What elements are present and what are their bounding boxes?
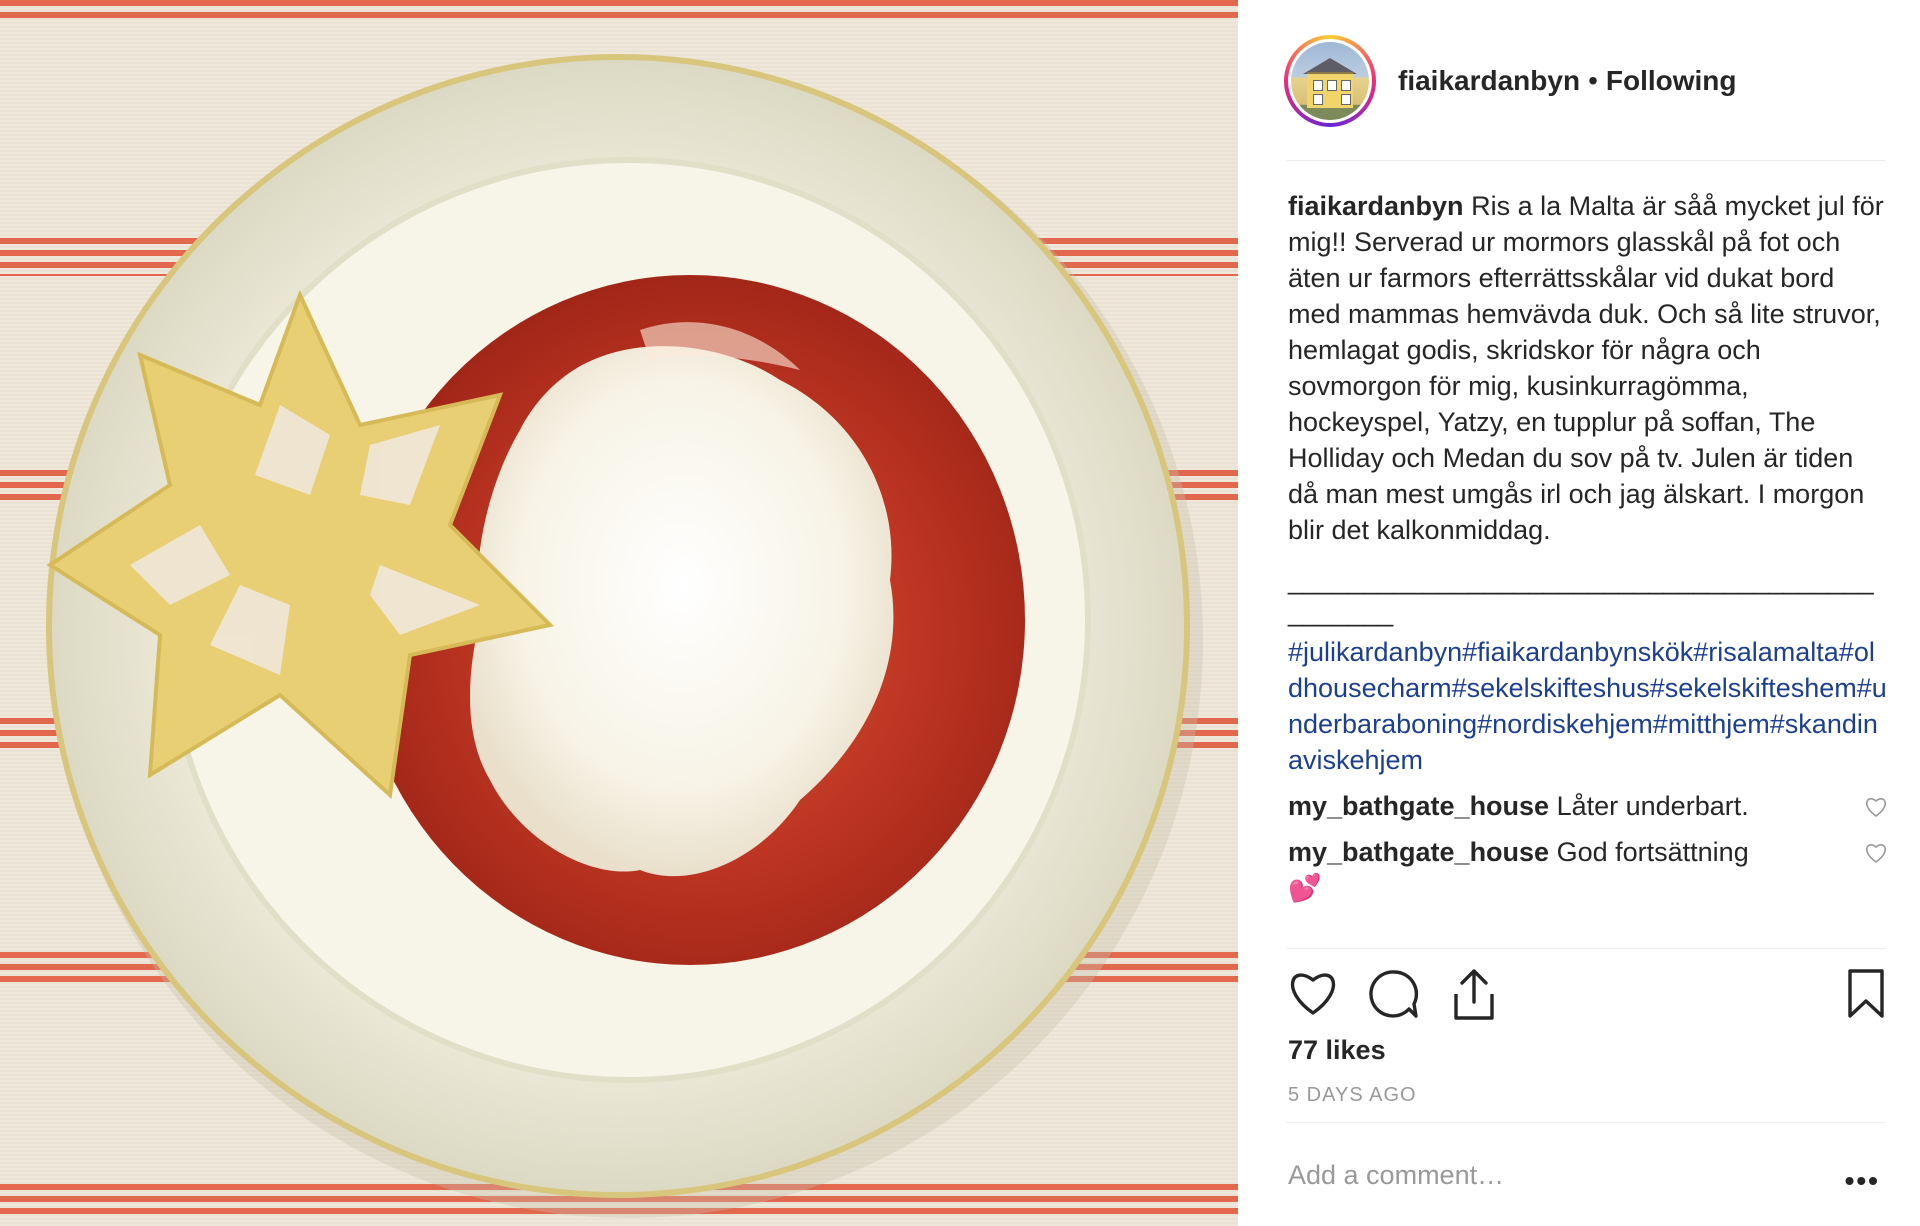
post-timestamp[interactable]: 5 DAYS AGO — [1288, 1084, 1417, 1107]
comments-section: fiaikardanbyn Ris a la Malta är såå myck… — [1288, 188, 1888, 906]
likes-count[interactable]: 77 likes — [1288, 1035, 1386, 1066]
comment-item: my_bathgate_house God fortsättning 💕 — [1288, 834, 1888, 906]
dessert-illustration — [46, 54, 1203, 1218]
comment-emoji: 💕 — [1288, 873, 1322, 903]
avatar[interactable] — [1284, 35, 1376, 127]
post-actions — [1286, 968, 1886, 1024]
comment-text: God fortsättning — [1556, 837, 1749, 867]
comment-like-heart-icon[interactable] — [1864, 796, 1888, 818]
header-username[interactable]: fiaikardanbyn — [1398, 65, 1580, 97]
post-panel: fiaikardanbyn • Following fiaikardanbyn … — [1238, 0, 1920, 1226]
comment-username[interactable]: my_bathgate_house — [1288, 837, 1549, 867]
comment-text: Låter underbart. — [1556, 791, 1749, 821]
comment-icon[interactable] — [1368, 968, 1420, 1020]
heart-icon[interactable] — [1286, 968, 1340, 1018]
header-divider — [1286, 160, 1886, 161]
bookmark-icon[interactable] — [1846, 968, 1886, 1020]
caption: fiaikardanbyn Ris a la Malta är såå myck… — [1288, 188, 1888, 548]
caption-hashtags[interactable]: #julikardanbyn#fiaikardanbynskök#risalam… — [1288, 634, 1888, 778]
header-separator: • — [1588, 65, 1598, 96]
following-button[interactable]: Following — [1606, 65, 1737, 97]
comment-like-heart-icon[interactable] — [1864, 842, 1888, 864]
more-options-icon[interactable]: ••• — [1845, 1165, 1880, 1197]
comment-box-divider — [1286, 1122, 1886, 1123]
actions-divider — [1286, 948, 1886, 949]
add-comment-input[interactable]: Add a comment… — [1288, 1160, 1504, 1191]
share-icon[interactable] — [1450, 968, 1498, 1022]
comment-item: my_bathgate_house Låter underbart. — [1288, 788, 1888, 824]
post-header: fiaikardanbyn • Following — [1284, 28, 1886, 134]
caption-text: Ris a la Malta är såå mycket jul för mig… — [1288, 191, 1884, 545]
caption-username[interactable]: fiaikardanbyn — [1288, 191, 1464, 221]
post-photo[interactable] — [0, 0, 1238, 1226]
caption-separator-line: ________________________________________… — [1288, 565, 1874, 627]
comment-username[interactable]: my_bathgate_house — [1288, 791, 1549, 821]
